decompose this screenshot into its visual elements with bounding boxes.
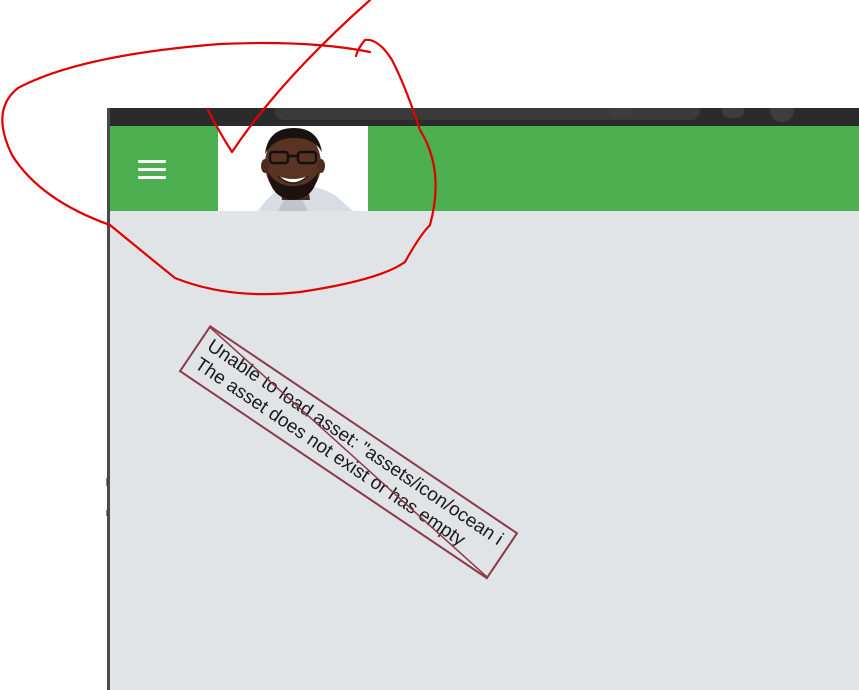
- app-bar: [110, 126, 859, 211]
- browser-status-strip: [110, 108, 859, 126]
- hamburger-menu-icon[interactable]: [130, 152, 174, 186]
- avatar[interactable]: [218, 126, 368, 211]
- avatar-photo: [218, 126, 368, 211]
- screenshot-stage: Unable to load asset: "assets/icon/ocean…: [0, 0, 859, 690]
- address-bar-pill: [275, 108, 700, 120]
- status-icon: [610, 108, 632, 118]
- status-icon: [770, 108, 794, 122]
- edge-glyphs: [106, 478, 108, 516]
- content-area: [110, 211, 859, 690]
- status-icon: [722, 108, 744, 118]
